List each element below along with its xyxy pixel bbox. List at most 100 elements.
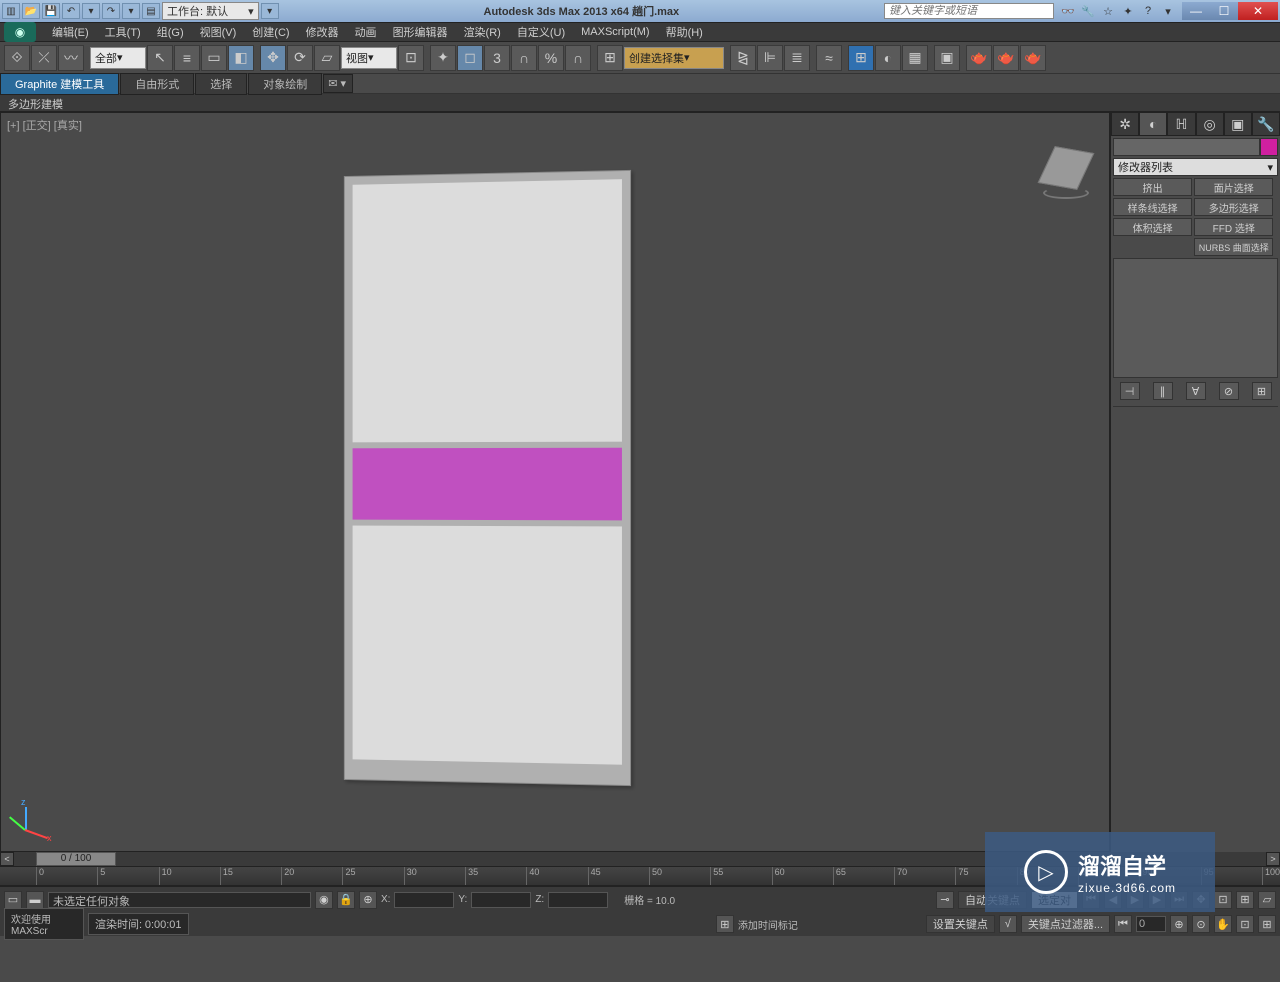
- exchange-icon[interactable]: ✦: [1120, 3, 1136, 19]
- make-unique-icon[interactable]: ∀: [1186, 382, 1206, 400]
- angle-snap-icon[interactable]: ∩: [511, 45, 537, 71]
- ribbon-tab-graphite[interactable]: Graphite 建模工具: [0, 73, 119, 95]
- viewcube-ring-icon[interactable]: [1043, 187, 1089, 199]
- render-prod-icon[interactable]: 🫖: [966, 45, 992, 71]
- lock-icon[interactable]: ◉: [315, 891, 333, 909]
- door-model[interactable]: [344, 170, 631, 786]
- viewport-label[interactable]: [+] [正交] [真实]: [7, 117, 82, 133]
- filter-dropdown[interactable]: 全部 ▾: [90, 47, 146, 69]
- menu-tools[interactable]: 工具(T): [97, 24, 149, 40]
- render-last-icon[interactable]: 🫖: [1020, 45, 1046, 71]
- create-tab-icon[interactable]: ✲: [1111, 112, 1139, 136]
- minimize-button[interactable]: —: [1182, 2, 1210, 20]
- spinner-snap-icon[interactable]: ∩: [565, 45, 591, 71]
- help-icon[interactable]: ?: [1140, 3, 1156, 19]
- pivot-icon[interactable]: ⊡: [398, 45, 424, 71]
- vp-max-icon[interactable]: ⊡: [1236, 915, 1254, 933]
- nurbs-select-button[interactable]: NURBS 曲面选择: [1194, 238, 1273, 256]
- poly-select-button[interactable]: 多边形选择: [1194, 198, 1273, 216]
- ribbon-tab-freeform[interactable]: 自由形式: [120, 73, 194, 95]
- star-icon[interactable]: ☆: [1100, 3, 1116, 19]
- time-config-icon[interactable]: ⊕: [1170, 915, 1188, 933]
- frame-input[interactable]: [1136, 916, 1166, 932]
- material-icon[interactable]: ◐: [875, 45, 901, 71]
- ribbon-more-icon[interactable]: ✉ ▾: [323, 74, 353, 93]
- undo-drop-icon[interactable]: ▾: [82, 3, 100, 19]
- snap-3-icon[interactable]: 3: [484, 45, 510, 71]
- ribbon-tab-selection[interactable]: 选择: [195, 73, 247, 95]
- motion-tab-icon[interactable]: ◎: [1196, 112, 1224, 136]
- key-icon[interactable]: ⊸: [936, 891, 954, 909]
- setkey-button[interactable]: 设置关键点: [926, 915, 995, 933]
- menu-grapheditor[interactable]: 图形编辑器: [385, 24, 456, 40]
- keymode-icon[interactable]: √: [999, 915, 1017, 933]
- pin-stack-icon[interactable]: ⊣: [1120, 382, 1140, 400]
- hierarchy-tab-icon[interactable]: ℍ: [1167, 112, 1195, 136]
- unlink-icon[interactable]: ⤫: [31, 45, 57, 71]
- z-input[interactable]: [548, 892, 608, 908]
- add-time-tag[interactable]: 添加时间标记: [738, 917, 798, 932]
- modifier-list-dropdown[interactable]: 修改器列表▾: [1113, 158, 1278, 176]
- vol-select-button[interactable]: 体积选择: [1113, 218, 1192, 236]
- workspace-dropdown[interactable]: 工作台: 默认 ▾: [162, 2, 259, 20]
- new-icon[interactable]: ▥: [2, 3, 20, 19]
- timeline-next-icon[interactable]: >: [1266, 852, 1280, 866]
- bind-icon[interactable]: 〰: [58, 45, 84, 71]
- menu-group[interactable]: 组(G): [149, 24, 192, 40]
- time-slider[interactable]: 0 / 100: [36, 852, 116, 866]
- move-icon[interactable]: ✥: [260, 45, 286, 71]
- curve-editor-icon[interactable]: ≈: [816, 45, 842, 71]
- manipulate-icon[interactable]: ✦: [430, 45, 456, 71]
- layers-icon[interactable]: ≣: [784, 45, 810, 71]
- align-icon[interactable]: ⊫: [757, 45, 783, 71]
- show-result-icon[interactable]: ∥: [1153, 382, 1173, 400]
- snap-toggle-icon[interactable]: ◻: [457, 45, 483, 71]
- render-setup-icon[interactable]: ▦: [902, 45, 928, 71]
- link-icon[interactable]: ⟐: [4, 45, 30, 71]
- modifier-stack[interactable]: [1113, 258, 1278, 378]
- script-mini-icon[interactable]: ▭: [4, 891, 22, 909]
- app-logo-icon[interactable]: ◉: [4, 22, 36, 42]
- redo-icon[interactable]: ↷: [102, 3, 120, 19]
- wrench-icon[interactable]: 🔧: [1080, 3, 1096, 19]
- menu-animation[interactable]: 动画: [347, 24, 385, 40]
- spline-select-button[interactable]: 样条线选择: [1113, 198, 1192, 216]
- remove-mod-icon[interactable]: ⊘: [1219, 382, 1239, 400]
- object-name-input[interactable]: [1113, 138, 1260, 156]
- object-color-swatch[interactable]: [1260, 138, 1278, 156]
- vp-fov-icon[interactable]: ▱: [1258, 891, 1276, 909]
- lock2-icon[interactable]: 🔒: [337, 891, 355, 909]
- maximize-button[interactable]: ☐: [1210, 2, 1238, 20]
- redo-drop-icon[interactable]: ▾: [122, 3, 140, 19]
- vp-pan2-icon[interactable]: ✋: [1214, 915, 1232, 933]
- configure-icon[interactable]: ⊞: [1252, 382, 1272, 400]
- time-tag-icon[interactable]: ⊞: [716, 915, 734, 933]
- help-drop-icon[interactable]: ▾: [1160, 3, 1176, 19]
- menu-render[interactable]: 渲染(R): [456, 24, 509, 40]
- script-macro-icon[interactable]: ▬: [26, 891, 44, 909]
- ribbon-subtab[interactable]: 多边形建模: [0, 94, 1280, 112]
- menu-create[interactable]: 创建(C): [244, 24, 297, 40]
- select-window-icon[interactable]: ◧: [228, 45, 254, 71]
- viewcube-face-icon[interactable]: [1038, 146, 1095, 190]
- menu-customize[interactable]: 自定义(U): [509, 24, 573, 40]
- face-select-button[interactable]: 面片选择: [1194, 178, 1273, 196]
- extrude-button[interactable]: 挤出: [1113, 178, 1192, 196]
- menu-maxscript[interactable]: MAXScript(M): [573, 26, 657, 38]
- utility-tab-icon[interactable]: 🔧: [1252, 112, 1280, 136]
- vp-zoomall-icon[interactable]: ⊞: [1236, 891, 1254, 909]
- mirror-icon[interactable]: ⧎: [730, 45, 756, 71]
- vp-zoom-icon[interactable]: ⊡: [1214, 891, 1232, 909]
- viewport[interactable]: [+] [正交] [真实] z x: [0, 112, 1110, 852]
- menu-edit[interactable]: 编辑(E): [44, 24, 97, 40]
- display-tab-icon[interactable]: ▣: [1224, 112, 1252, 136]
- x-input[interactable]: [394, 892, 454, 908]
- project-icon[interactable]: ▤: [142, 3, 160, 19]
- selection-set-dropdown[interactable]: 创建选择集 ▾: [624, 47, 724, 69]
- save-icon[interactable]: 💾: [42, 3, 60, 19]
- keyfilter-button[interactable]: 关键点过滤器...: [1021, 915, 1110, 933]
- named-sel-icon[interactable]: ⊞: [597, 45, 623, 71]
- timeline-prev-icon[interactable]: <: [0, 852, 14, 866]
- ribbon-tab-paint[interactable]: 对象绘制: [248, 73, 322, 95]
- select-icon[interactable]: ↖: [147, 45, 173, 71]
